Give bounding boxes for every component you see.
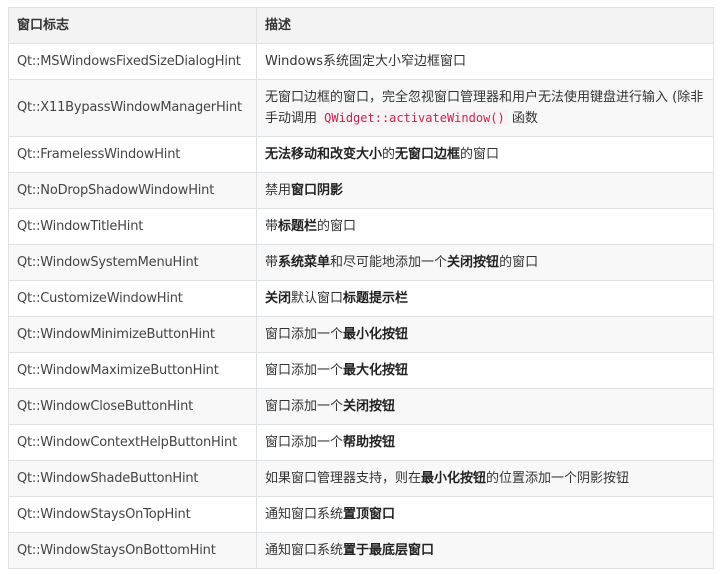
table-row: Qt::WindowMinimizeButtonHint 窗口添加一个最小化按钮 (8, 316, 714, 353)
description-cell: 窗口添加一个最小化按钮 (256, 316, 714, 353)
flag-cell: Qt::WindowSystemMenuHint (8, 244, 257, 281)
description-cell: 窗口添加一个帮助按钮 (256, 424, 714, 461)
bold-text: 帮助按钮 (343, 434, 396, 450)
bold-text: 标题栏 (278, 218, 318, 234)
flag-cell: Qt::WindowMinimizeButtonHint (8, 316, 257, 353)
description-text: 和尽可能地添加一个 (330, 254, 448, 270)
description-text: 通知窗口系统 (265, 506, 344, 522)
table-row: Qt::WindowTitleHint 带标题栏的窗口 (8, 208, 714, 245)
flag-cell: Qt::CustomizeWindowHint (8, 280, 257, 317)
window-flags-table: 窗口标志 描述 Qt::MSWindowsFixedSizeDialogHint… (8, 7, 714, 569)
bold-text: 最大化按钮 (343, 362, 409, 378)
table-body: Qt::MSWindowsFixedSizeDialogHint Windows… (8, 43, 714, 569)
table-row: Qt::MSWindowsFixedSizeDialogHint Windows… (8, 43, 714, 80)
description-text: 禁用 (265, 182, 292, 198)
flag-cell: Qt::X11BypassWindowManagerHint (8, 79, 257, 137)
table-row: Qt::WindowStaysOnBottomHint 通知窗口系统置于最底层窗… (8, 532, 714, 569)
description-cell: 通知窗口系统置于最底层窗口 (256, 532, 714, 569)
header-description: 描述 (256, 7, 714, 44)
description-cell: 窗口添加一个最大化按钮 (256, 352, 714, 389)
flag-cell: Qt::WindowContextHelpButtonHint (8, 424, 257, 461)
description-text: 的窗口 (460, 146, 500, 162)
description-cell: 关闭默认窗口标题提示栏 (256, 280, 714, 317)
bold-text: 最小化按钮 (343, 326, 409, 342)
flag-cell: Qt::FramelessWindowHint (8, 136, 257, 173)
bold-text: 标题提示栏 (343, 290, 409, 306)
bold-text: 置于最底层窗口 (343, 542, 435, 558)
bold-text: 置顶窗口 (343, 506, 396, 522)
flag-cell: Qt::WindowShadeButtonHint (8, 460, 257, 497)
flag-cell: Qt::NoDropShadowWindowHint (8, 172, 257, 209)
description-text: Windows系统固定大小窄边框窗口 (265, 53, 467, 69)
description-cell: 通知窗口系统置顶窗口 (256, 496, 714, 533)
bold-text: 关闭 (265, 290, 292, 306)
table-row: Qt::WindowStaysOnTopHint 通知窗口系统置顶窗口 (8, 496, 714, 533)
flag-cell: Qt::WindowStaysOnTopHint (8, 496, 257, 533)
table-header: 窗口标志 描述 (8, 7, 714, 44)
description-text: 带 (265, 254, 279, 270)
description-cell: 无法移动和改变大小的无窗口边框的窗口 (256, 136, 714, 173)
table-row: Qt::X11BypassWindowManagerHint 无窗口边框的窗口，… (8, 79, 714, 137)
bold-text: 最小化按钮 (421, 470, 487, 486)
bold-text: 关闭按钮 (343, 398, 396, 414)
description-text: 窗口添加一个 (265, 398, 344, 414)
bold-text: 无法移动和改变大小 (265, 146, 383, 162)
table-row: Qt::WindowCloseButtonHint 窗口添加一个关闭按钮 (8, 388, 714, 425)
flag-cell: Qt::WindowStaysOnBottomHint (8, 532, 257, 569)
table-row: Qt::WindowMaximizeButtonHint 窗口添加一个最大化按钮 (8, 352, 714, 389)
bold-text: 窗口阴影 (291, 182, 344, 198)
bold-text: 关闭按钮 (447, 254, 500, 270)
table-row: Qt::WindowShadeButtonHint 如果窗口管理器支持，则在最小… (8, 460, 714, 497)
description-text: 的窗口 (317, 218, 357, 234)
description-cell: 如果窗口管理器支持，则在最小化按钮的位置添加一个阴影按钮 (256, 460, 714, 497)
description-cell: 禁用窗口阴影 (256, 172, 714, 209)
description-cell: 带系统菜单和尽可能地添加一个关闭按钮的窗口 (256, 244, 714, 281)
description-text: 通知窗口系统 (265, 542, 344, 558)
description-text: 窗口添加一个 (265, 434, 344, 450)
description-text: 如果窗口管理器支持，则在 (265, 470, 422, 486)
table-row: Qt::NoDropShadowWindowHint 禁用窗口阴影 (8, 172, 714, 209)
description-text: 的位置添加一个阴影按钮 (486, 470, 630, 486)
description-cell: 无窗口边框的窗口，完全忽视窗口管理器和用户无法使用键盘进行输入 (除非手动调用 … (256, 79, 714, 137)
bold-text: 系统菜单 (278, 254, 331, 270)
description-text: 默认窗口 (291, 290, 344, 306)
description-text: 函数 (507, 110, 538, 126)
description-text: 窗口添加一个 (265, 362, 344, 378)
inline-code: QWidget::activateWindow() (321, 109, 508, 126)
description-text: 带 (265, 218, 279, 234)
description-text: 的 (382, 146, 396, 162)
flag-cell: Qt::WindowCloseButtonHint (8, 388, 257, 425)
header-row: 窗口标志 描述 (8, 7, 714, 44)
table-row: Qt::FramelessWindowHint 无法移动和改变大小的无窗口边框的… (8, 136, 714, 173)
description-cell: 窗口添加一个关闭按钮 (256, 388, 714, 425)
flag-cell: Qt::WindowTitleHint (8, 208, 257, 245)
flag-cell: Qt::MSWindowsFixedSizeDialogHint (8, 43, 257, 80)
description-text: 的窗口 (499, 254, 539, 270)
table-row: Qt::WindowContextHelpButtonHint 窗口添加一个帮助… (8, 424, 714, 461)
table-row: Qt::CustomizeWindowHint 关闭默认窗口标题提示栏 (8, 280, 714, 317)
description-text: 窗口添加一个 (265, 326, 344, 342)
bold-text: 无窗口边框 (395, 146, 461, 162)
description-cell: Windows系统固定大小窄边框窗口 (256, 43, 714, 80)
header-window-flag: 窗口标志 (8, 7, 257, 44)
description-cell: 带标题栏的窗口 (256, 208, 714, 245)
flag-cell: Qt::WindowMaximizeButtonHint (8, 352, 257, 389)
table-row: Qt::WindowSystemMenuHint 带系统菜单和尽可能地添加一个关… (8, 244, 714, 281)
